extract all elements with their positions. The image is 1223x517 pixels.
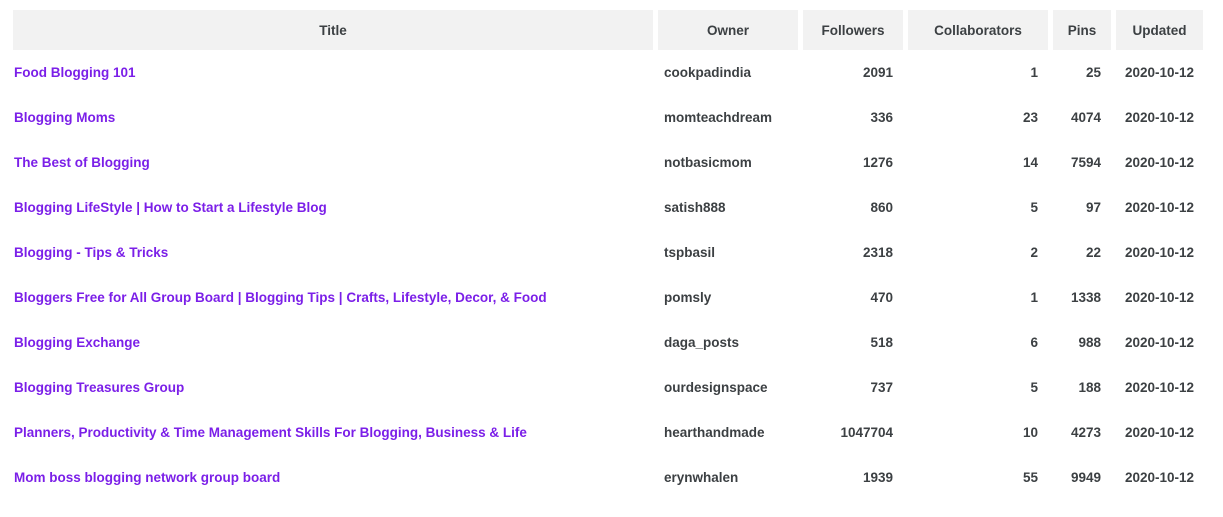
cell-followers: 1939 bbox=[862, 470, 893, 485]
board-title-link[interactable]: Blogging Treasures Group bbox=[14, 380, 184, 395]
cell-title: Mom boss blogging network group board bbox=[13, 455, 653, 500]
cell-collaborators: 2 bbox=[1030, 245, 1038, 260]
cell-followers: 470 bbox=[870, 290, 893, 305]
cell-title: Blogging LifeStyle | How to Start a Life… bbox=[13, 185, 653, 230]
cell-pins: 7594 bbox=[1070, 155, 1101, 170]
table-header: Title Owner Followers Collaborators Pins… bbox=[13, 10, 1203, 50]
cell-followers: 860 bbox=[870, 200, 893, 215]
table-row: Mom boss blogging network group board ery… bbox=[13, 455, 1203, 500]
table-row: Blogging - Tips & Tricks tspbasil 2318 2 22 2… bbox=[13, 230, 1203, 275]
board-title-link[interactable]: The Best of Blogging bbox=[14, 155, 150, 170]
cell-collaborators: 55 bbox=[1022, 470, 1038, 485]
table-row: Blogging Moms momteachdream 336 23 4074 2020-… bbox=[13, 95, 1203, 140]
cell-updated: 2020-10-12 bbox=[1124, 155, 1194, 170]
table-row: Bloggers Free for All Group Board | Blog… bbox=[13, 275, 1203, 320]
cell-followers: 518 bbox=[870, 335, 893, 350]
cell-followers: 1276 bbox=[862, 155, 893, 170]
cell-owner: notbasicmom bbox=[664, 155, 752, 170]
table-row: Blogging Exchange daga_posts 518 6 988 2020-1… bbox=[13, 320, 1203, 365]
table-row: Food Blogging 101 cookpadindia 2091 1 25 2020… bbox=[13, 50, 1203, 95]
column-header-pins[interactable]: Pins bbox=[1048, 10, 1111, 50]
cell-updated: 2020-10-12 bbox=[1124, 200, 1194, 215]
cell-title: Blogging Moms bbox=[13, 95, 653, 140]
board-title-link[interactable]: Mom boss blogging network group board bbox=[14, 470, 280, 485]
cell-followers: 1047704 bbox=[840, 425, 893, 440]
cell-updated: 2020-10-12 bbox=[1124, 425, 1194, 440]
column-header-followers[interactable]: Followers bbox=[798, 10, 903, 50]
cell-title: Blogging Treasures Group bbox=[13, 365, 653, 410]
column-header-updated[interactable]: Updated bbox=[1111, 10, 1203, 50]
table-row: The Best of Blogging notbasicmom 1276 14 759… bbox=[13, 140, 1203, 185]
cell-updated: 2020-10-12 bbox=[1124, 245, 1194, 260]
cell-title: The Best of Blogging bbox=[13, 140, 653, 185]
board-title-link[interactable]: Planners, Productivity & Time Management… bbox=[14, 425, 527, 440]
cell-owner: cookpadindia bbox=[664, 65, 752, 80]
cell-title: Blogging Exchange bbox=[13, 320, 653, 365]
column-header-title[interactable]: Title bbox=[13, 10, 653, 50]
table-row: Blogging Treasures Group ourdesignspace 73… bbox=[13, 365, 1203, 410]
cell-owner: pomsly bbox=[664, 290, 712, 305]
cell-updated: 2020-10-12 bbox=[1124, 65, 1194, 80]
board-title-link[interactable]: Blogging Moms bbox=[14, 110, 115, 125]
cell-pins: 4074 bbox=[1070, 110, 1101, 125]
cell-owner: erynwhalen bbox=[664, 470, 739, 485]
cell-title: Food Blogging 101 bbox=[13, 50, 653, 95]
cell-updated: 2020-10-12 bbox=[1124, 110, 1194, 125]
cell-collaborators: 10 bbox=[1022, 425, 1038, 440]
table-row: Planners, Productivity & Time Management… bbox=[13, 410, 1203, 455]
cell-pins: 25 bbox=[1085, 65, 1101, 80]
cell-title: Blogging - Tips & Tricks bbox=[13, 230, 653, 275]
board-title-link[interactable]: Food Blogging 101 bbox=[14, 65, 136, 80]
cell-pins: 9949 bbox=[1070, 470, 1101, 485]
cell-updated: 2020-10-12 bbox=[1124, 290, 1194, 305]
cell-pins: 1338 bbox=[1070, 290, 1101, 305]
board-title-link[interactable]: Blogging LifeStyle | How to Start a Life… bbox=[14, 200, 327, 215]
cell-followers: 336 bbox=[870, 110, 893, 125]
table-header-row: Title Owner Followers Collaborators Pins… bbox=[13, 10, 1203, 50]
cell-collaborators: 23 bbox=[1022, 110, 1038, 125]
cell-followers: 2318 bbox=[862, 245, 893, 260]
cell-owner: daga_posts bbox=[664, 335, 740, 350]
cell-followers: 737 bbox=[870, 380, 893, 395]
cell-followers: 2091 bbox=[862, 65, 893, 80]
cell-owner: hearthandmade bbox=[664, 425, 765, 440]
cell-pins: 22 bbox=[1085, 245, 1101, 260]
table-row: Blogging LifeStyle | How to Start a Life… bbox=[13, 185, 1203, 230]
column-header-collaborators[interactable]: Collaborators bbox=[903, 10, 1048, 50]
cell-updated: 2020-10-12 bbox=[1124, 470, 1194, 485]
cell-pins: 97 bbox=[1085, 200, 1101, 215]
cell-collaborators: 14 bbox=[1022, 155, 1038, 170]
board-title-link[interactable]: Bloggers Free for All Group Board | Blog… bbox=[14, 290, 547, 305]
cell-collaborators: 1 bbox=[1030, 65, 1038, 80]
cell-owner: satish888 bbox=[664, 200, 726, 215]
cell-collaborators: 5 bbox=[1030, 380, 1038, 395]
cell-owner: momteachdream bbox=[664, 110, 773, 125]
board-title-link[interactable]: Blogging - Tips & Tricks bbox=[14, 245, 168, 260]
cell-pins: 4273 bbox=[1070, 425, 1101, 440]
cell-collaborators: 5 bbox=[1030, 200, 1038, 215]
cell-updated: 2020-10-12 bbox=[1124, 380, 1194, 395]
cell-collaborators: 1 bbox=[1030, 290, 1038, 305]
board-title-link[interactable]: Blogging Exchange bbox=[14, 335, 140, 350]
cell-pins: 988 bbox=[1078, 335, 1101, 350]
cell-collaborators: 6 bbox=[1030, 335, 1038, 350]
cell-owner: tspbasil bbox=[664, 245, 716, 260]
table-body: Food Blogging 101 cookpadindia 2091 1 25 2020… bbox=[13, 50, 1203, 500]
boards-table-container: Title Owner Followers Collaborators Pins… bbox=[13, 10, 1203, 500]
cell-title: Planners, Productivity & Time Management… bbox=[13, 410, 653, 455]
column-header-owner[interactable]: Owner bbox=[653, 10, 798, 50]
cell-updated: 2020-10-12 bbox=[1124, 335, 1194, 350]
cell-title: Bloggers Free for All Group Board | Blog… bbox=[13, 275, 653, 320]
cell-pins: 188 bbox=[1078, 380, 1101, 395]
boards-table: Title Owner Followers Collaborators Pins… bbox=[13, 10, 1203, 500]
cell-owner: ourdesignspace bbox=[664, 380, 768, 395]
